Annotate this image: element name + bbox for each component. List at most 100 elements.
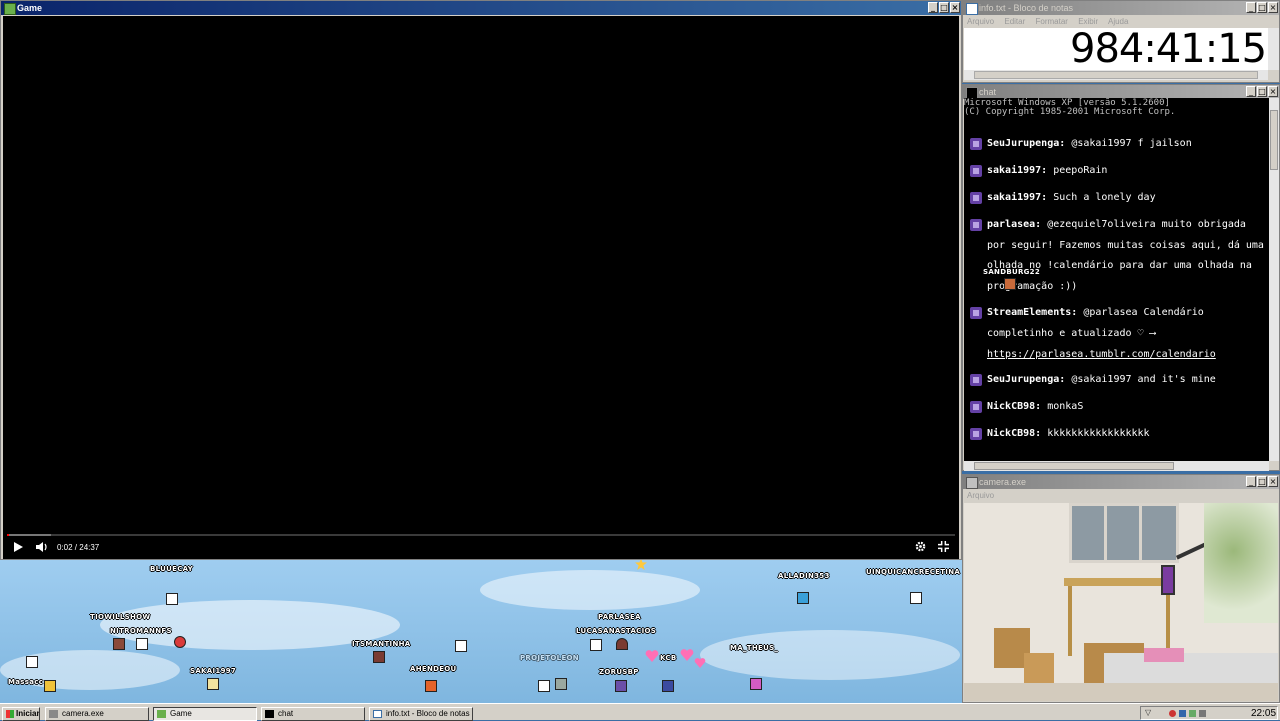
task-label: chat (278, 709, 294, 718)
overlay-username: UINQUICANCRECETINA (866, 568, 961, 576)
minimize-button[interactable]: _ (1246, 476, 1256, 487)
video-progress-track[interactable] (7, 534, 955, 536)
minimize-button[interactable]: _ (1246, 86, 1256, 97)
plant (1204, 503, 1278, 623)
star-icon (635, 560, 647, 570)
twitch-badge-icon (970, 401, 982, 413)
chat-message: SeuJurupenga: @sakai1997 and it's mine (987, 374, 1216, 385)
video-player[interactable]: 0:02 / 24:37 (3, 16, 959, 559)
menu-formatar[interactable]: Formatar (1036, 17, 1068, 26)
avatar-character (662, 680, 674, 692)
chat-username: sakai1997: (987, 165, 1048, 176)
volume-icon[interactable] (36, 542, 48, 552)
game-titlebar[interactable]: Game _ □ × (1, 1, 961, 15)
maximize-button[interactable]: □ (1257, 2, 1267, 13)
camera-titlebar[interactable]: camera.exe _ □ × (963, 475, 1279, 489)
windows-logo-icon (6, 710, 14, 718)
minimize-button[interactable]: _ (928, 2, 938, 13)
chat-link[interactable]: https://parlasea.tumblr.com/calendario (987, 349, 1216, 360)
task-game[interactable]: Game (153, 707, 257, 721)
menu-editar[interactable]: Editar (1004, 17, 1025, 26)
menu-arquivo[interactable]: Arquivo (967, 491, 994, 500)
avatar-character (113, 638, 125, 650)
notepad-title: info.txt - Bloco de notas (979, 3, 1074, 13)
overlay-username: NITROMANNFS (110, 627, 172, 635)
chat-username: StreamElements: (987, 307, 1078, 318)
cardboard-box (1024, 653, 1054, 683)
task-notepad[interactable]: info.txt - Bloco de notas (369, 707, 473, 721)
close-button[interactable]: × (950, 2, 960, 13)
play-icon[interactable] (13, 542, 23, 552)
task-label: info.txt - Bloco de notas (386, 709, 470, 718)
avatar-character (455, 640, 467, 652)
start-label: Iniciar (16, 709, 40, 718)
chat-text: @ezequiel7oliveira muito obrigada (1047, 219, 1246, 230)
tray-network-icon[interactable] (1179, 710, 1186, 717)
chat-message: sakai1997: Such a lonely day (987, 192, 1156, 203)
console-icon (265, 710, 274, 718)
maximize-button[interactable]: □ (1257, 476, 1267, 487)
notepad-horizontal-scrollbar[interactable] (964, 70, 1268, 80)
heart-icon (680, 649, 694, 661)
window-pane (1139, 503, 1142, 563)
avatar-character (425, 680, 437, 692)
tray-arrow-icon[interactable]: ▽ (1145, 708, 1151, 717)
heart-icon (645, 650, 659, 662)
chat-message: parlasea: @ezequiel7oliveira muito obrig… (987, 219, 1246, 230)
avatar-character (555, 678, 567, 690)
overlay-username: ALLADIN353 (778, 572, 830, 580)
scrollbar-thumb[interactable] (974, 462, 1174, 470)
chat-username: sakai1997: (987, 192, 1048, 203)
chat-horizontal-scrollbar[interactable] (964, 461, 1269, 471)
overlay-username: MA_THEUS_ (730, 644, 779, 652)
overlay-username: LUCASANASTACIOS (576, 627, 657, 635)
chat-text: Such a lonely day (1053, 192, 1156, 203)
twitch-badge-icon (970, 165, 982, 177)
tray-app-icon[interactable] (1189, 710, 1196, 717)
chat-vertical-scrollbar[interactable] (1269, 98, 1279, 461)
video-progress-fill (7, 534, 9, 536)
task-label: camera.exe (62, 709, 104, 718)
tray-volume-icon[interactable] (1199, 710, 1206, 717)
chat-username: NickCB98: (987, 401, 1042, 412)
chat-title: chat (979, 87, 997, 97)
game-window: Game _ □ × 0:02 / 24:37 (0, 0, 962, 560)
close-button[interactable]: × (1268, 476, 1278, 487)
settings-gear-icon[interactable] (915, 541, 926, 552)
scrollbar-thumb[interactable] (974, 71, 1258, 79)
notepad-icon (373, 710, 382, 718)
avatar-character (910, 592, 922, 604)
chat-titlebar[interactable]: chat _ □ × (963, 85, 1279, 99)
game-window-icon (4, 3, 16, 15)
exit-fullscreen-icon[interactable] (938, 541, 949, 552)
notepad-titlebar[interactable]: info.txt - Bloco de notas _ □ × (963, 1, 1279, 15)
menu-arquivo[interactable]: Arquivo (967, 17, 994, 26)
video-progress-buffer (7, 534, 51, 536)
task-camera[interactable]: camera.exe (45, 707, 149, 721)
notepad-vertical-scrollbar[interactable] (1268, 28, 1279, 70)
twitch-badge-icon (970, 428, 982, 440)
menu-exibir[interactable]: Exibir (1078, 17, 1098, 26)
table-leg (1068, 586, 1072, 656)
close-button[interactable]: × (1268, 86, 1278, 97)
notepad-text-area[interactable]: 984:41:15 (964, 26, 1268, 72)
minimize-button[interactable]: _ (1246, 2, 1256, 13)
menu-ajuda[interactable]: Ajuda (1108, 17, 1128, 26)
maximize-button[interactable]: □ (1257, 86, 1267, 97)
game-window-icon (157, 710, 166, 718)
avatar-character (797, 592, 809, 604)
chat-text-continued: por seguir! Fazemos muitas coisas aqui, … (987, 240, 1264, 251)
scrollbar-thumb[interactable] (1270, 110, 1278, 170)
maximize-button[interactable]: □ (939, 2, 949, 13)
tray-shield-icon[interactable] (1169, 710, 1176, 717)
twitch-badge-icon (970, 307, 982, 319)
start-button[interactable]: Iniciar (2, 707, 40, 721)
cloud (480, 570, 700, 610)
task-chat[interactable]: chat (261, 707, 365, 721)
overlay-username: SANDBURG22 (983, 268, 1041, 276)
close-button[interactable]: × (1268, 2, 1278, 13)
avatar-character (174, 636, 186, 648)
chat-text: @sakai1997 and it's mine (1071, 374, 1216, 385)
chat-message: SeuJurupenga: @sakai1997 f jailson (987, 138, 1192, 149)
tray-clock[interactable]: 22:05 (1251, 708, 1276, 719)
